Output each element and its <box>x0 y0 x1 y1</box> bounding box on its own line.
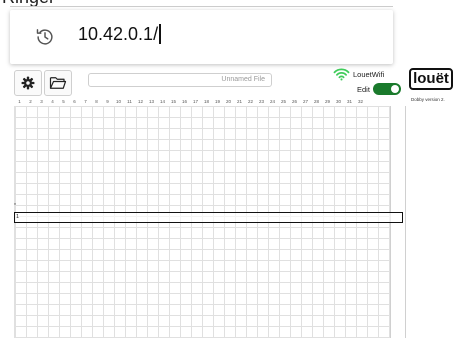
column-number: 22 <box>247 99 253 104</box>
column-number: 17 <box>192 99 198 104</box>
column-number: 7 <box>84 99 87 104</box>
column-number: 1 <box>18 99 21 104</box>
column-number: 18 <box>203 99 209 104</box>
column-number: 4 <box>51 99 54 104</box>
column-number: 16 <box>181 99 187 104</box>
column-number: 21 <box>236 99 242 104</box>
column-number: 2 <box>29 99 32 104</box>
column-number: 30 <box>335 99 341 104</box>
column-number: 8 <box>95 99 98 104</box>
selected-row[interactable] <box>14 212 403 223</box>
column-number: 27 <box>302 99 308 104</box>
column-number: 9 <box>106 99 109 104</box>
column-number: 12 <box>137 99 143 104</box>
column-number: 20 <box>225 99 231 104</box>
column-number: 10 <box>115 99 121 104</box>
row-marker: * <box>14 203 16 209</box>
column-number: 13 <box>148 99 154 104</box>
column-number: 24 <box>269 99 275 104</box>
column-number: 6 <box>73 99 76 104</box>
column-number: 23 <box>258 99 264 104</box>
column-number: 29 <box>324 99 330 104</box>
column-number: 19 <box>214 99 220 104</box>
column-number: 25 <box>280 99 286 104</box>
column-number: 26 <box>291 99 297 104</box>
column-number: 31 <box>346 99 352 104</box>
column-number: 32 <box>357 99 363 104</box>
column-number: 5 <box>62 99 65 104</box>
column-number: 28 <box>313 99 319 104</box>
column-number: 14 <box>159 99 165 104</box>
column-number: 15 <box>170 99 176 104</box>
column-number: 3 <box>40 99 43 104</box>
row-number: 1 <box>16 214 20 220</box>
column-numbers: 1 2 3 4 5 6 7 8 9 10 11 12 13 14 15 16 17 18 19 20 21 22 23 24 2… <box>0 0 453 106</box>
column-number: 11 <box>127 99 132 104</box>
